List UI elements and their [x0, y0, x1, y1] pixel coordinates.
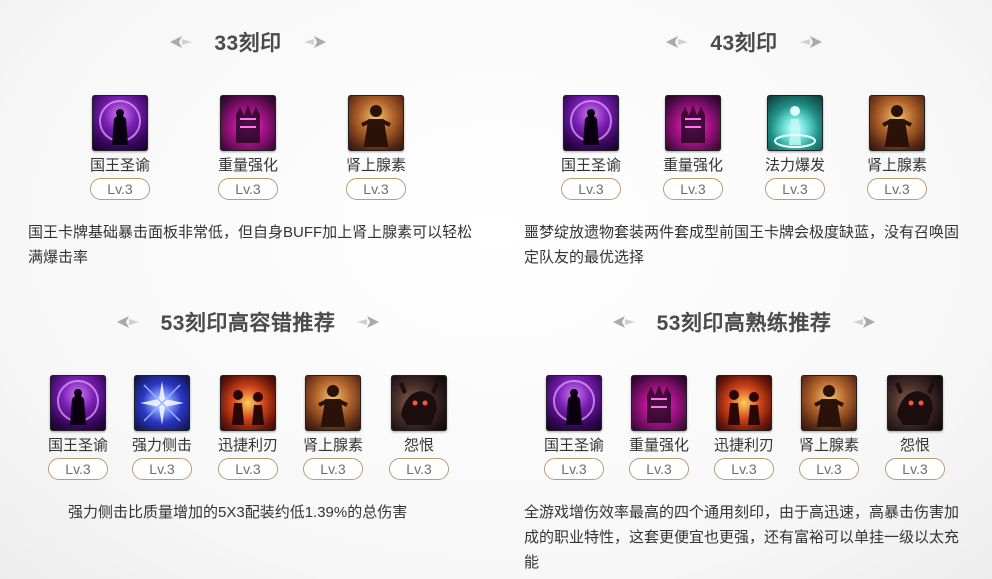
rune-name: 强力侧击	[131, 437, 192, 454]
king-edict-icon	[563, 95, 619, 151]
rune-name: 国王圣谕	[47, 437, 108, 454]
rune-card[interactable]: 迅捷利刃 Lv.3	[709, 375, 779, 480]
rune-name: 重量强化	[662, 157, 723, 174]
rune-card[interactable]: 迅捷利刃 Lv.3	[213, 375, 283, 480]
rune-name: 迅捷利刃	[713, 437, 774, 454]
rune-name: 肾上腺素	[798, 437, 859, 454]
rune-card[interactable]: 国王圣谕 Lv.3	[85, 95, 155, 200]
mana-burst-icon	[767, 95, 823, 151]
rune-card[interactable]: 肾上腺素 Lv.3	[298, 375, 368, 480]
grudge-icon	[391, 375, 447, 431]
rune-level: Lv.3	[714, 458, 774, 480]
rune-name: 国王圣谕	[89, 157, 150, 174]
section-title: 43刻印	[496, 28, 992, 56]
rune-level: Lv.3	[132, 458, 192, 480]
rune-level: Lv.3	[346, 178, 406, 200]
section-title: 53刻印高容错推荐	[0, 308, 496, 336]
rune-level: Lv.3	[389, 458, 449, 480]
section-description: 噩梦绽放遗物套装两件套成型前国王卡牌会极度缺蓝，没有召唤固定队友的最优选择	[524, 224, 960, 266]
rune-name: 怨恨	[403, 437, 434, 454]
rune-name: 迅捷利刃	[217, 437, 278, 454]
rune-name: 肾上腺素	[302, 437, 363, 454]
rune-name: 法力爆发	[764, 157, 825, 174]
rune-level: Lv.3	[48, 458, 108, 480]
weight-enhance-icon	[220, 95, 276, 151]
arrow-right-ornament-icon	[853, 315, 876, 329]
rune-card[interactable]: 强力侧击 Lv.3	[127, 375, 197, 480]
king-edict-icon	[546, 375, 602, 431]
rune-level: Lv.3	[867, 178, 927, 200]
strong-flank-icon	[134, 375, 190, 431]
swift-blade-icon	[716, 375, 772, 431]
rune-level: Lv.3	[629, 458, 689, 480]
rune-card[interactable]: 国王圣谕 Lv.3	[539, 375, 609, 480]
rune-level: Lv.3	[663, 178, 723, 200]
rune-level: Lv.3	[885, 458, 945, 480]
king-edict-icon	[50, 375, 106, 431]
rune-card[interactable]: 国王圣谕 Lv.3	[556, 95, 626, 200]
rune-card[interactable]: 怨恨 Lv.3	[880, 375, 950, 480]
adrenaline-icon	[348, 95, 404, 151]
arrow-right-ornament-icon	[357, 315, 380, 329]
rune-name: 重量强化	[628, 437, 689, 454]
rune-name: 国王圣谕	[560, 157, 621, 174]
adrenaline-icon	[305, 375, 361, 431]
rune-card[interactable]: 重量强化 Lv.3	[213, 95, 283, 200]
grudge-icon	[887, 375, 943, 431]
rune-card[interactable]: 肾上腺素 Lv.3	[794, 375, 864, 480]
arrow-right-ornament-icon	[303, 35, 326, 49]
rune-card[interactable]: 重量强化 Lv.3	[624, 375, 694, 480]
rune-name: 国王圣谕	[543, 437, 604, 454]
king-edict-icon	[92, 95, 148, 151]
arrow-left-ornament-icon	[612, 315, 635, 329]
arrow-left-ornament-icon	[116, 315, 139, 329]
rune-card[interactable]: 肾上腺素 Lv.3	[862, 95, 932, 200]
arrow-left-ornament-icon	[170, 35, 193, 49]
section-description: 强力侧击比质量增加的5X3配装约低1.39%的总伤害	[68, 504, 408, 521]
adrenaline-icon	[801, 375, 857, 431]
rune-level: Lv.3	[90, 178, 150, 200]
rune-level: Lv.3	[218, 178, 278, 200]
rune-level: Lv.3	[218, 458, 278, 480]
weight-enhance-icon	[665, 95, 721, 151]
rune-card[interactable]: 法力爆发 Lv.3	[760, 95, 830, 200]
arrow-right-ornament-icon	[799, 35, 822, 49]
section-description: 全游戏增伤效率最高的四个通用刻印，由于高迅速，高暴击伤害加成的职业特性，这套更便…	[524, 504, 960, 571]
rune-card[interactable]: 怨恨 Lv.3	[384, 375, 454, 480]
rune-level: Lv.3	[544, 458, 604, 480]
adrenaline-icon	[869, 95, 925, 151]
rune-level: Lv.3	[765, 178, 825, 200]
weight-enhance-icon	[631, 375, 687, 431]
rune-name: 肾上腺素	[866, 157, 927, 174]
rune-name: 重量强化	[217, 157, 278, 174]
arrow-left-ornament-icon	[666, 35, 689, 49]
rune-name: 怨恨	[899, 437, 930, 454]
rune-card[interactable]: 重量强化 Lv.3	[658, 95, 728, 200]
swift-blade-icon	[220, 375, 276, 431]
rune-name: 肾上腺素	[345, 157, 406, 174]
rune-level: Lv.3	[303, 458, 363, 480]
section-title: 53刻印高熟练推荐	[496, 308, 992, 336]
rune-card[interactable]: 国王圣谕 Lv.3	[43, 375, 113, 480]
rune-card[interactable]: 肾上腺素 Lv.3	[341, 95, 411, 200]
section-description: 国王卡牌基础暴击面板非常低，但自身BUFF加上肾上腺素可以轻松满爆击率	[28, 224, 473, 266]
rune-level: Lv.3	[799, 458, 859, 480]
rune-level: Lv.3	[561, 178, 621, 200]
section-title: 33刻印	[0, 28, 496, 56]
